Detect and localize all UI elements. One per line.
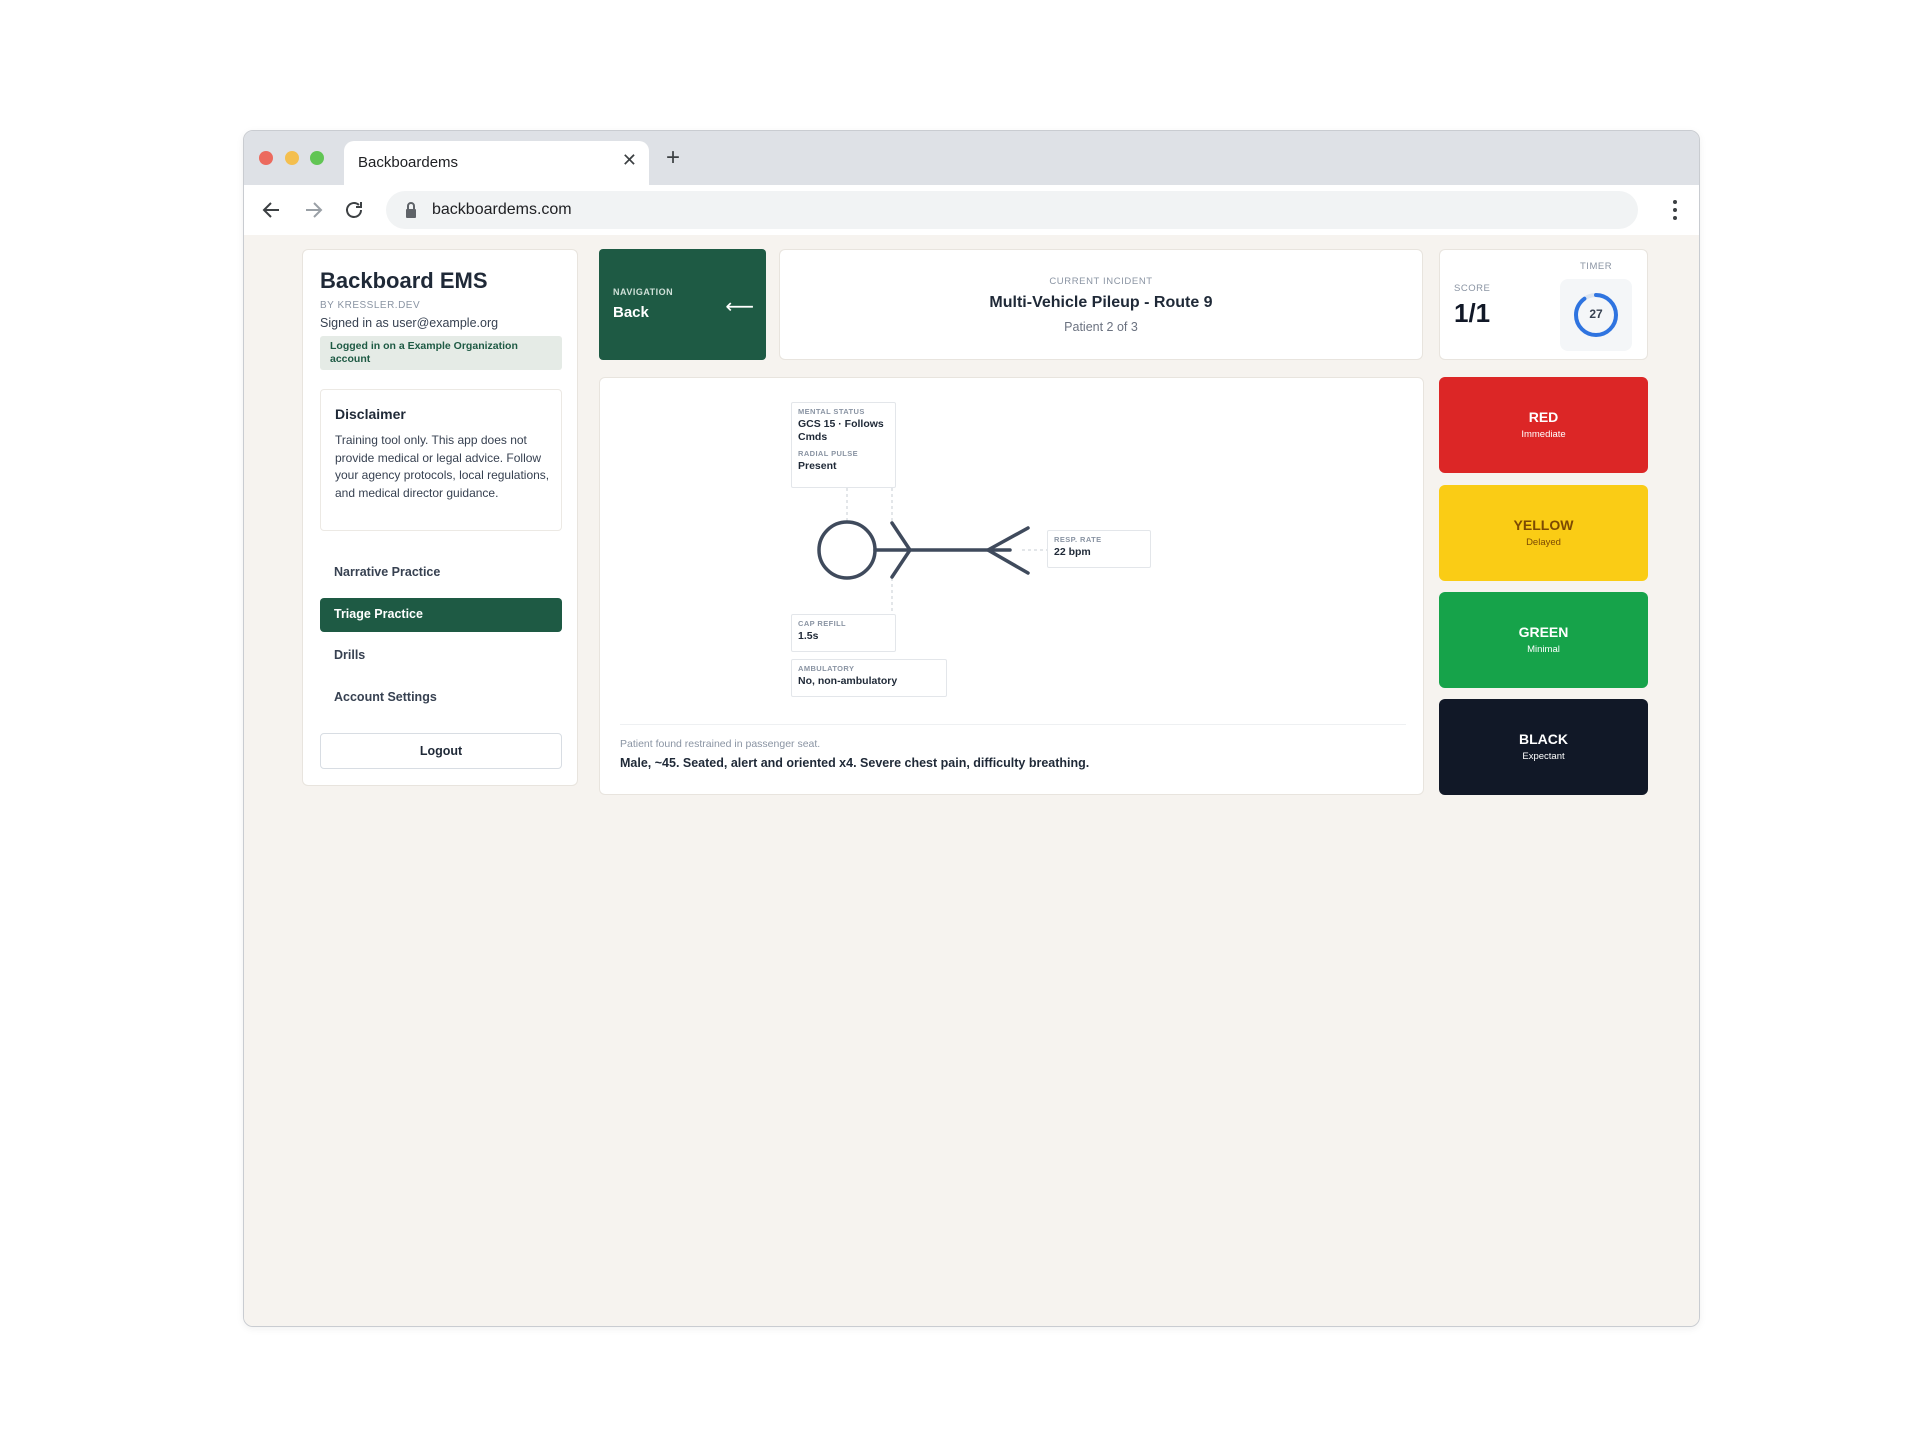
org-banner: Logged in on a Example Organization acco… [320,336,562,370]
mental-status-label: MENTAL STATUS [798,407,865,416]
triage-black-button[interactable]: BLACK Expectant [1439,699,1648,795]
browser-window: Backboardems ✕ + backboardems.com Backbo… [243,130,1700,1327]
url-text: backboardems.com [432,201,572,218]
triage-black-label: BLACK [1519,731,1568,747]
nav-item-narrative-practice[interactable]: Narrative Practice [320,556,562,590]
app-title: Backboard EMS [320,268,488,293]
incident-card: CURRENT INCIDENT Multi-Vehicle Pileup - … [779,249,1423,360]
kebab-menu-icon[interactable] [1673,199,1677,221]
resp-rate-value: 22 bpm [1054,546,1091,558]
stick-figure-icon [817,488,1047,614]
timer: 27 [1560,279,1632,351]
timer-label: TIMER [1580,261,1613,272]
ambulatory-value: No, non-ambulatory [798,675,898,687]
disclaimer-box: Disclaimer Training tool only. This app … [320,389,562,531]
triage-red-button[interactable]: RED Immediate [1439,377,1648,473]
minimize-window-button[interactable] [285,151,299,165]
vital-mental-status-radial-pulse: MENTAL STATUS GCS 15 · Follows Cmds RADI… [791,402,896,488]
incident-label: CURRENT INCIDENT [1049,276,1153,287]
resp-rate-label: RESP. RATE [1054,535,1102,544]
patient-divider [620,724,1406,725]
cap-refill-value: 1.5s [798,630,819,642]
close-icon[interactable]: ✕ [622,151,637,169]
browser-tab[interactable]: Backboardems ✕ [344,141,649,186]
signed-in-text: Signed in as user@example.org [320,316,499,330]
patient-card: MENTAL STATUS GCS 15 · Follows Cmds RADI… [599,377,1424,795]
tab-title: Backboardems [358,154,459,171]
patient-found-text: Patient found restrained in passenger se… [620,738,821,750]
mental-status-value: GCS 15 · Follows Cmds [798,418,884,443]
back-navigation-button[interactable]: NAVIGATION Back ⟵ [599,249,766,360]
triage-black-sublabel: Expectant [1522,751,1565,762]
reload-icon[interactable] [342,198,366,222]
plus-icon[interactable]: + [666,146,680,170]
tab-bar: Backboardems ✕ + [244,131,1699,186]
triage-green-sublabel: Minimal [1527,644,1560,655]
vital-resp-rate: RESP. RATE 22 bpm [1047,530,1151,568]
triage-yellow-button[interactable]: YELLOW Delayed [1439,485,1648,581]
cap-refill-label: CAP REFILL [798,619,847,628]
triage-green-label: GREEN [1518,624,1569,640]
logout-button[interactable]: Logout [320,733,562,769]
radial-pulse-label: RADIAL PULSE [798,449,859,458]
radial-pulse-value: Present [798,460,837,472]
nav-item-triage-practice[interactable]: Triage Practice [320,598,562,632]
page-content: Backboard EMS BY KRESSLER.DEV Signed in … [244,235,1699,1326]
back-arrow-icon[interactable] [260,198,284,222]
maximize-window-button[interactable] [310,151,324,165]
triage-yellow-label: YELLOW [1513,517,1574,533]
triage-green-button[interactable]: GREEN Minimal [1439,592,1648,688]
disclaimer-title: Disclaimer [335,406,406,422]
sidebar: Backboard EMS BY KRESSLER.DEV Signed in … [302,249,578,786]
address-bar[interactable]: backboardems.com [386,191,1638,229]
triage-yellow-sublabel: Delayed [1526,537,1561,548]
vital-ambulatory: AMBULATORY No, non-ambulatory [791,659,947,697]
triage-red-label: RED [1528,409,1559,425]
score-value: 1/1 [1454,298,1491,328]
vital-cap-refill: CAP REFILL 1.5s [791,614,896,652]
score-label: SCORE [1454,283,1491,294]
patient-description: Male, ~45. Seated, alert and oriented x4… [620,756,1090,770]
navigation-label: NAVIGATION [613,287,674,297]
close-window-button[interactable] [259,151,273,165]
nav-item-drills[interactable]: Drills [320,639,562,673]
score-card: SCORE 1/1 TIMER 27 [1439,249,1648,360]
ambulatory-label: AMBULATORY [798,664,855,673]
patient-counter: Patient 2 of 3 [1064,320,1138,334]
app-byline: BY KRESSLER.DEV [320,300,421,311]
browser-toolbar: backboardems.com [244,185,1699,235]
forward-arrow-icon[interactable] [301,198,325,222]
back-label: Back [613,304,649,321]
triage-red-sublabel: Immediate [1521,429,1566,440]
timer-value: 27 [1589,307,1603,321]
lock-icon [406,202,416,218]
left-arrow-icon: ⟵ [725,296,754,318]
disclaimer-body: Training tool only. This app does not pr… [335,433,550,500]
nav-item-account-settings[interactable]: Account Settings [320,681,562,715]
incident-title: Multi-Vehicle Pileup - Route 9 [989,294,1213,311]
